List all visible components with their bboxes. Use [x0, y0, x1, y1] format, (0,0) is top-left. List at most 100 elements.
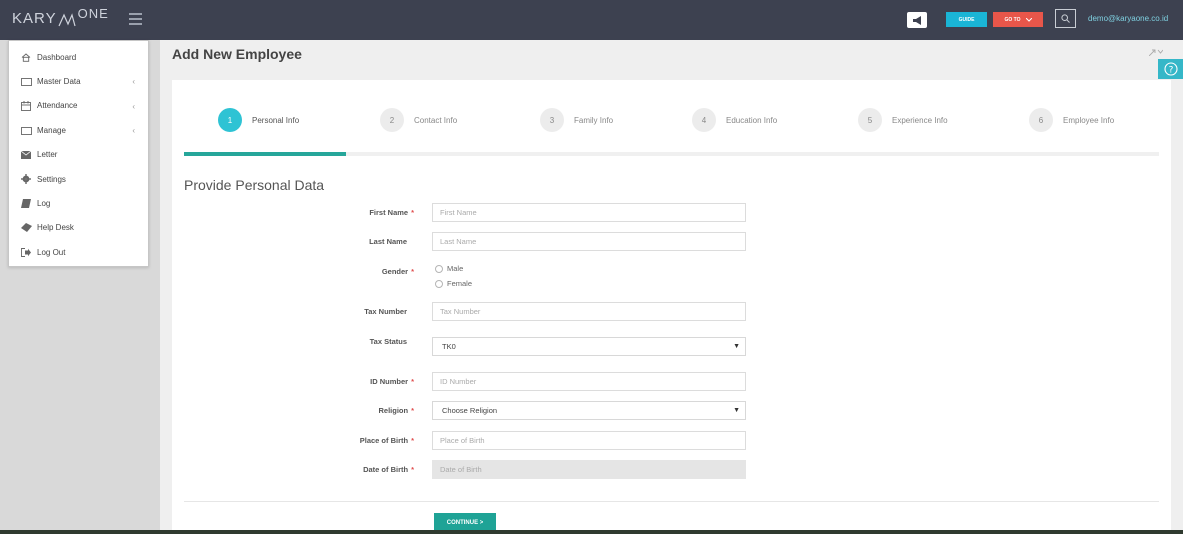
step-label: Experience Info	[892, 115, 948, 125]
chevron-left-icon: ‹	[132, 77, 135, 87]
step-number: 3	[540, 108, 564, 132]
step-label: Contact Info	[414, 115, 458, 125]
wizard-progress-fill	[184, 152, 346, 156]
envelope-icon	[20, 150, 32, 160]
radio-circle-icon	[435, 279, 443, 288]
app-logo[interactable]: KARY ONE	[12, 6, 109, 27]
dropdown-arrow-icon: ▼	[733, 343, 740, 350]
sidebar-item-dashboard[interactable]: Dashboard	[9, 45, 148, 69]
field-label-text: Place of Birth	[359, 436, 409, 445]
required-mark: *	[411, 465, 414, 474]
user-email-link[interactable]: demo@karyaone.co.id	[1088, 14, 1168, 23]
guide-button[interactable]: GUIDE	[946, 12, 987, 27]
sidebar-item-manage[interactable]: Manage ‹	[9, 118, 148, 142]
sidebar-item-label: Master Data	[37, 77, 81, 87]
field-label-text: ID Number	[370, 377, 409, 386]
place-of-birth-label: Place of Birth *	[264, 436, 414, 445]
ticket-icon	[20, 223, 32, 233]
last-name-input[interactable]	[432, 232, 746, 251]
gender-female-radio[interactable]: Female	[435, 279, 472, 288]
page-title: Add New Employee	[172, 46, 302, 62]
required-mark: *	[411, 377, 414, 386]
chevron-left-icon: ‹	[132, 101, 135, 111]
search-icon	[1061, 14, 1070, 23]
gear-icon	[20, 174, 32, 185]
sidebar-item-master-data[interactable]: Master Data ‹	[9, 69, 148, 93]
place-of-birth-input[interactable]	[432, 431, 746, 450]
goto-button[interactable]: GO TO	[993, 12, 1043, 27]
logo-text: KARY	[12, 10, 57, 27]
sidebar-item-settings[interactable]: Settings	[9, 167, 148, 191]
sidebar-item-log-out[interactable]: Log Out	[9, 240, 148, 264]
goto-label: GO TO	[1004, 16, 1021, 23]
radio-label: Male	[447, 264, 464, 273]
sidebar-item-label: Settings	[37, 174, 66, 184]
logo-mark-icon	[58, 13, 76, 27]
logout-icon	[20, 247, 32, 257]
step-experience-info[interactable]: 5 Experience Info	[858, 108, 948, 132]
folder-icon	[20, 77, 32, 87]
announcement-icon[interactable]	[907, 12, 927, 28]
required-mark: *	[411, 406, 414, 415]
field-label-text: Gender	[381, 267, 409, 276]
required-mark: *	[411, 208, 414, 217]
field-label-text: Religion	[378, 406, 409, 415]
step-personal-info[interactable]: 1 Personal Info	[218, 108, 299, 132]
search-button[interactable]	[1055, 9, 1076, 28]
chevron-left-icon: ‹	[132, 126, 135, 136]
tax-number-label: Tax Number	[364, 307, 407, 316]
menu-toggle-icon[interactable]	[129, 13, 142, 25]
wizard-steps: 1 Personal Info 2 Contact Info 3 Family …	[184, 108, 1159, 132]
sidebar-item-label: Log	[37, 199, 51, 209]
top-bar: KARY ONE GUIDE GO TO demo@karyaone.co.id	[0, 0, 1183, 40]
step-number: 4	[692, 108, 716, 132]
sidebar-item-label: Dashboard	[37, 52, 77, 62]
field-label-text: Date of Birth	[363, 465, 409, 474]
sidebar-item-log[interactable]: Log	[9, 191, 148, 215]
id-number-label: ID Number *	[264, 377, 414, 386]
chevron-down-icon	[1025, 17, 1032, 22]
religion-select[interactable]: Choose Religion ▼	[432, 401, 746, 420]
last-name-label: Last Name	[369, 237, 407, 246]
sidebar-item-attendance[interactable]: Attendance ‹	[9, 94, 148, 118]
gender-label: Gender *	[264, 267, 414, 276]
date-of-birth-input[interactable]	[432, 460, 746, 479]
step-number: 5	[858, 108, 882, 132]
sidebar-item-help-desk[interactable]: Help Desk	[9, 216, 148, 240]
step-employee-info[interactable]: 6 Employee Info	[1029, 108, 1114, 132]
dropdown-arrow-icon: ▼	[733, 407, 740, 414]
step-label: Personal Info	[252, 115, 300, 125]
date-of-birth-label: Date of Birth *	[264, 465, 414, 474]
sidebar-item-letter[interactable]: Letter	[9, 143, 148, 167]
wizard-progress-bar	[184, 152, 1159, 156]
sidebar-item-label: Log Out	[37, 247, 66, 257]
step-number: 1	[218, 108, 242, 132]
tax-number-input[interactable]	[432, 302, 746, 321]
expand-icon[interactable]	[1148, 49, 1164, 58]
section-title: Provide Personal Data	[184, 177, 325, 193]
step-contact-info[interactable]: 2 Contact Info	[380, 108, 457, 132]
tax-status-select[interactable]: TK0 ▼	[432, 337, 746, 356]
sidebar-item-label: Manage	[37, 125, 66, 135]
first-name-label: First Name *	[264, 208, 414, 217]
step-number: 2	[380, 108, 404, 132]
help-icon[interactable]: ?	[1158, 59, 1183, 79]
field-label-text: First Name	[369, 208, 409, 217]
home-icon	[20, 52, 32, 62]
select-value: Choose Religion	[442, 406, 498, 415]
step-education-info[interactable]: 4 Education Info	[692, 108, 777, 132]
book-icon	[20, 199, 32, 209]
step-label: Employee Info	[1063, 115, 1115, 125]
radio-label: Female	[447, 279, 473, 288]
tax-status-label: Tax Status	[369, 337, 407, 346]
svg-text:?: ?	[1168, 65, 1173, 75]
logo-one-text: ONE	[77, 6, 109, 21]
id-number-input[interactable]	[432, 372, 746, 391]
sidebar-item-label: Help Desk	[37, 223, 74, 233]
step-family-info[interactable]: 3 Family Info	[540, 108, 613, 132]
religion-label: Religion *	[264, 406, 414, 415]
first-name-input[interactable]	[432, 203, 746, 222]
folder-icon	[20, 125, 32, 135]
step-label: Education Info	[726, 115, 778, 125]
gender-male-radio[interactable]: Male	[435, 264, 463, 273]
